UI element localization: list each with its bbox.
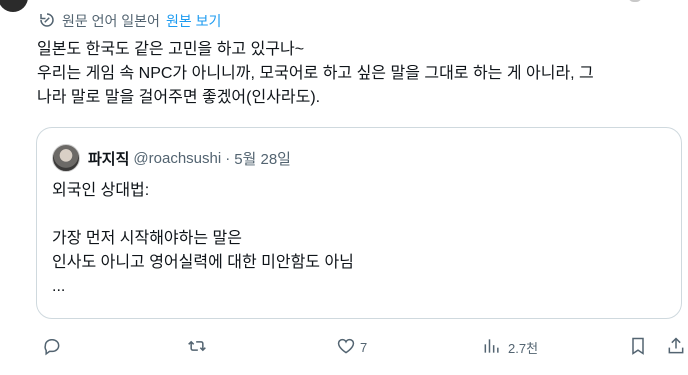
author-avatar[interactable] (0, 0, 28, 12)
share-button[interactable] (660, 331, 686, 363)
translate-icon (38, 11, 62, 32)
quoted-line: 외국인 상대법: (52, 182, 150, 199)
like-button[interactable]: 7 (330, 331, 367, 363)
reply-icon (42, 336, 62, 359)
retweet-icon (187, 336, 207, 359)
quoted-author-avatar[interactable] (52, 144, 80, 172)
quoted-author-handle[interactable]: @roachsushi (133, 150, 221, 167)
like-count: 7 (360, 339, 368, 355)
action-bar: 7 2.7천 (0, 331, 688, 363)
translation-note: 원문 언어 일본어 원본 보기 (38, 11, 221, 31)
quoted-line (52, 203, 652, 227)
more-options-icon[interactable] (628, 0, 642, 2)
tweet-line: 나라 말로 말을 걸어주면 좋겠어(인사라도). (37, 89, 321, 106)
tweet-text: 일본도 한국도 같은 고민을 하고 있구나~ 우리는 게임 속 NPC가 아니니… (37, 38, 677, 110)
share-icon (666, 336, 686, 359)
quoted-tweet-header: 파지직 @roachsushi · 5월 28일 (52, 144, 291, 172)
views-button[interactable]: 2.7천 (476, 331, 538, 363)
show-original-link[interactable]: 원본 보기 (166, 11, 221, 31)
retweet-button[interactable] (181, 331, 207, 363)
tweet-line: 일본도 한국도 같은 고민을 하고 있구나~ (37, 41, 305, 58)
quoted-tweet-date[interactable]: 5월 28일 (234, 148, 291, 169)
translation-source-label: 원문 언어 일본어 (62, 13, 160, 29)
meta-separator: · (225, 149, 231, 167)
quoted-line: 가장 먼저 시작해야하는 말은 (52, 230, 242, 247)
quoted-author-name[interactable]: 파지직 (88, 148, 129, 169)
quoted-line: ... (52, 278, 66, 295)
reply-button[interactable] (36, 331, 62, 363)
quoted-line: 인사도 아니고 영어실력에 대한 미안함도 아님 (52, 254, 354, 271)
views-icon (482, 336, 502, 359)
quoted-tweet-card[interactable]: 파지직 @roachsushi · 5월 28일 외국인 상대법: 가장 먼저 … (36, 127, 682, 319)
tweet-line: 우리는 게임 속 NPC가 아니니까, 모국어로 하고 싶은 말을 그대로 하는… (37, 65, 594, 82)
bookmark-button[interactable] (622, 331, 648, 363)
quoted-tweet-text: 외국인 상대법: 가장 먼저 시작해야하는 말은 인사도 아니고 영어실력에 대… (52, 179, 652, 299)
bookmark-icon (628, 336, 648, 359)
heart-icon (336, 336, 356, 359)
views-count: 2.7천 (508, 340, 539, 356)
